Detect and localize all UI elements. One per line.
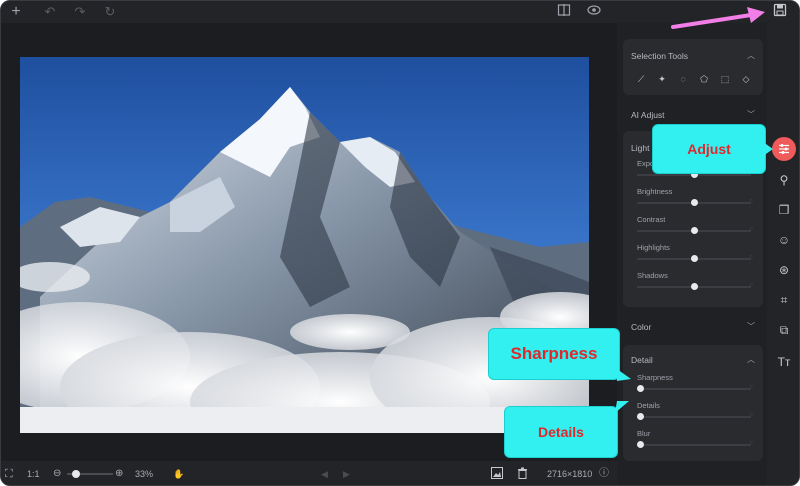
ratio-button[interactable]: 1:1 <box>27 467 40 481</box>
slider-label: Sharpness <box>637 373 673 382</box>
reset-dot-icon[interactable]: ○ <box>749 384 753 390</box>
adjust-sliders-icon[interactable] <box>772 137 796 161</box>
slider-label: Contrast <box>637 215 666 224</box>
zoom-out-icon[interactable]: ⊖ <box>53 467 61 481</box>
previous-image-icon[interactable]: ◀ <box>321 467 328 481</box>
preview-eye-icon[interactable] <box>585 3 603 21</box>
slider-label: Highlights <box>637 243 670 252</box>
adjust-callout: Adjust <box>653 125 765 173</box>
annotation-arrow <box>671 7 765 29</box>
reset-dot-icon[interactable]: ○ <box>749 412 753 418</box>
reset-dot-icon[interactable]: ○ <box>749 254 753 260</box>
face-icon[interactable]: ☺ <box>775 231 793 249</box>
color-section[interactable]: Color ﹀ <box>623 313 763 339</box>
slider-track[interactable] <box>637 444 751 446</box>
crop-icon[interactable]: ⌗ <box>775 291 793 309</box>
hand-icon[interactable]: ✋ <box>173 467 184 481</box>
adjust-panel: Selection Tools ︿ ⟋ ✦ ◌ ⬠ ⬚ ◇ AI Adjust … <box>617 23 767 485</box>
rect-select-icon[interactable]: ⬚ <box>719 73 731 85</box>
selection-tools-title: Selection Tools <box>631 51 689 61</box>
zoom-percent: 33% <box>135 469 154 479</box>
color-title: Color <box>631 322 652 332</box>
ai-adjust-section[interactable]: AI Adjust ﹀ <box>623 101 763 125</box>
stamp-icon[interactable]: ⚲ <box>775 171 793 189</box>
fit-screen-icon[interactable]: ⛶ <box>5 467 13 481</box>
photo-editor-window: + ↶ ↷ ↻ ⛶ 1:1 ⊖ ⊕ 33% ✋ ◀ ▶ 2716×1810 ⓘ … <box>0 0 800 486</box>
sharpness-callout: Sharpness <box>489 329 619 379</box>
details-callout: Details <box>505 407 617 457</box>
slider-track[interactable] <box>637 416 751 418</box>
delete-icon[interactable] <box>517 467 528 481</box>
pin-icon[interactable]: ✦ <box>656 73 668 85</box>
redo-icon[interactable]: ↷ <box>71 3 89 21</box>
image-canvas[interactable] <box>1 23 617 461</box>
detail-title: Detail <box>631 355 653 365</box>
ai-adjust-title: AI Adjust <box>631 110 665 120</box>
polygon-lasso-icon[interactable]: ⬠ <box>698 73 710 85</box>
detail-card: Detail ︿ Sharpness ○ Details ○ Blur ○ <box>623 345 763 461</box>
slider-handle[interactable] <box>637 441 644 448</box>
resize-icon[interactable]: ⧉ <box>775 321 793 339</box>
reset-dot-icon[interactable]: ○ <box>749 198 753 204</box>
image-thumbnail-icon[interactable] <box>491 467 503 481</box>
chevron-up-icon[interactable]: ︿ <box>747 354 755 365</box>
slider-label: Shadows <box>637 271 668 280</box>
slider-label: Brightness <box>637 187 673 196</box>
slider-label: Blur <box>637 429 651 438</box>
zoom-in-icon[interactable]: ⊕ <box>115 467 123 481</box>
text-icon[interactable]: Tт <box>775 353 793 371</box>
slider-handle[interactable] <box>691 227 698 234</box>
sharpness-callout-pointer <box>617 369 631 381</box>
reset-dot-icon[interactable]: ○ <box>749 282 753 288</box>
brush-icon[interactable]: ⟋ <box>635 73 647 85</box>
add-icon[interactable]: + <box>7 3 25 21</box>
slider-handle[interactable] <box>691 283 698 290</box>
chevron-down-icon[interactable]: ﹀ <box>747 321 755 332</box>
image-dimensions: 2716×1810 <box>547 469 593 479</box>
reset-dot-icon[interactable]: ○ <box>749 440 753 446</box>
lasso-icon[interactable]: ◌ <box>677 73 689 85</box>
slider-label: Details <box>637 401 660 410</box>
slider-handle[interactable] <box>691 199 698 206</box>
selection-tools-card: Selection Tools ︿ ⟋ ✦ ◌ ⬠ ⬚ ◇ <box>623 39 763 95</box>
color-circles-icon[interactable]: ⊛ <box>775 261 793 279</box>
light-title: Light <box>631 143 650 153</box>
chevron-down-icon[interactable]: ﹀ <box>747 109 755 120</box>
reset-icon[interactable]: ↻ <box>101 3 119 21</box>
save-icon[interactable] <box>771 3 789 21</box>
tool-strip: ⚲ ❐ ☺ ⊛ ⌗ ⧉ Tт <box>767 23 799 485</box>
bottom-status-bar: ⛶ 1:1 ⊖ ⊕ 33% ✋ ◀ ▶ 2716×1810 ⓘ <box>1 461 617 485</box>
slider-handle[interactable] <box>691 255 698 262</box>
eraser-icon[interactable]: ◇ <box>740 73 752 85</box>
reset-dot-icon[interactable]: ○ <box>749 226 753 232</box>
slider-handle[interactable] <box>637 385 644 392</box>
compare-icon[interactable] <box>555 3 573 21</box>
zoom-slider[interactable] <box>67 467 113 481</box>
next-image-icon[interactable]: ▶ <box>343 467 350 481</box>
slider-handle[interactable] <box>637 413 644 420</box>
slider-track[interactable] <box>637 388 751 390</box>
undo-icon[interactable]: ↶ <box>41 3 59 21</box>
adjust-callout-pointer <box>763 142 773 156</box>
info-icon[interactable]: ⓘ <box>599 467 609 481</box>
details-callout-pointer <box>615 401 629 413</box>
layers-icon[interactable]: ❐ <box>775 201 793 219</box>
chevron-up-icon[interactable]: ︿ <box>747 50 755 61</box>
